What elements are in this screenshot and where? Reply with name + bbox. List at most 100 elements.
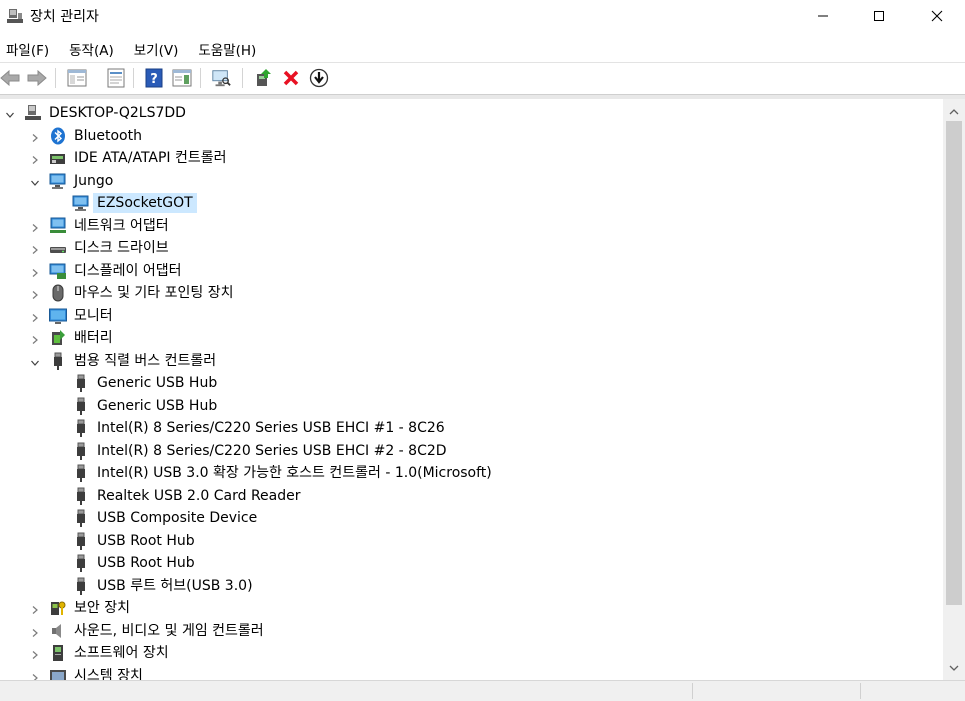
menu-action[interactable]: 동작(A) — [57, 36, 122, 60]
usb-icon — [77, 397, 85, 415]
tree-device-item[interactable]: USB Root Hub — [0, 552, 940, 574]
expand-toggle[interactable] — [30, 288, 40, 299]
uninstall-device-icon — [283, 70, 299, 86]
minimize-button[interactable] — [800, 0, 846, 32]
usb-icon — [72, 464, 90, 482]
tree-category-item[interactable]: 디스플레이 어댑터 — [0, 260, 940, 282]
menu-help[interactable]: 도움말(H) — [186, 36, 264, 60]
tree-category-item[interactable]: Bluetooth — [0, 125, 940, 147]
tree-category-item[interactable]: 범용 직렬 버스 컨트롤러 — [0, 350, 940, 372]
chevron-right-icon — [32, 246, 38, 254]
tree-category-item[interactable]: 시스템 장치 — [0, 665, 940, 680]
menu-file[interactable]: 파일(F) — [0, 36, 57, 60]
tree-category-item[interactable]: Jungo — [0, 170, 940, 192]
tree-device-item[interactable]: Intel(R) USB 3.0 확장 가능한 호스트 컨트롤러 - 1.0(M… — [0, 462, 940, 484]
monitor-icon — [49, 308, 67, 324]
software-device-icon — [49, 644, 67, 662]
forward-icon — [27, 70, 47, 86]
tree-device-item[interactable]: USB 루트 허브(USB 3.0) — [0, 575, 940, 597]
tree-device-item[interactable]: USB Composite Device — [0, 507, 940, 529]
menu-view[interactable]: 보기(V) — [122, 36, 187, 60]
bluetooth-icon — [51, 127, 65, 144]
back-button[interactable] — [0, 68, 20, 88]
help-button[interactable]: ? — [144, 68, 164, 88]
chevron-down-icon — [949, 665, 959, 671]
svg-text:?: ? — [150, 72, 158, 87]
tree-category-item[interactable]: 보안 장치 — [0, 597, 940, 619]
scroll-up-button[interactable] — [943, 103, 965, 120]
action-pane-icon — [172, 69, 192, 87]
collapse-toggle[interactable] — [30, 356, 40, 366]
tree-device-item[interactable]: Generic USB Hub — [0, 372, 940, 394]
expand-toggle[interactable] — [30, 671, 40, 680]
tree-item-label: USB 루트 허브(USB 3.0) — [97, 577, 253, 594]
usb-icon — [72, 577, 90, 595]
tree-device-item[interactable]: USB Root Hub — [0, 530, 940, 552]
tree-category-item[interactable]: 네트워크 어댑터 — [0, 215, 940, 237]
uninstall-device-button[interactable] — [281, 68, 301, 88]
expand-toggle[interactable] — [30, 153, 40, 164]
expand-toggle[interactable] — [30, 626, 40, 637]
toolbar-separator — [55, 68, 56, 88]
tree-category-item[interactable]: IDE ATA/ATAPI 컨트롤러 — [0, 147, 940, 169]
tree-device-item[interactable]: Realtek USB 2.0 Card Reader — [0, 485, 940, 507]
show-hide-console-tree-icon — [67, 69, 87, 87]
scroll-down-button[interactable] — [943, 659, 965, 676]
expand-toggle[interactable] — [30, 243, 40, 254]
collapse-toggle[interactable] — [5, 108, 15, 118]
tree-category-item[interactable]: 배터리 — [0, 327, 940, 349]
scan-hardware-button[interactable] — [211, 68, 231, 88]
title-bar: 장치 관리자 — [0, 0, 965, 32]
properties-button[interactable] — [106, 68, 126, 88]
update-driver-button[interactable] — [253, 68, 273, 88]
security-device-icon — [49, 599, 67, 617]
usb-icon — [54, 352, 62, 370]
usb-icon — [49, 352, 67, 370]
tree-category-item[interactable]: 소프트웨어 장치 — [0, 642, 940, 664]
expand-toggle[interactable] — [30, 221, 40, 232]
security-device-icon — [51, 601, 66, 615]
maximize-button[interactable] — [856, 0, 902, 32]
action-pane-button[interactable] — [172, 68, 192, 88]
expand-toggle[interactable] — [30, 603, 40, 614]
tree-item-label: 네트워크 어댑터 — [74, 217, 169, 234]
close-button[interactable] — [914, 0, 960, 32]
chevron-right-icon — [32, 133, 38, 142]
tree-category-item[interactable]: 사운드, 비디오 및 게임 컨트롤러 — [0, 620, 940, 642]
tree-device-item[interactable]: Intel(R) 8 Series/C220 Series USB EHCI #… — [0, 417, 940, 439]
status-bar — [0, 680, 965, 701]
vertical-scrollbar[interactable] — [943, 99, 965, 680]
collapse-toggle[interactable] — [30, 176, 40, 186]
expand-toggle[interactable] — [30, 311, 40, 322]
forward-button[interactable] — [27, 68, 47, 88]
tree-item-label: Realtek USB 2.0 Card Reader — [97, 487, 301, 504]
tree-device-item[interactable]: EZSocketGOT — [0, 192, 940, 214]
tree-root-node[interactable]: DESKTOP-Q2LS7DD — [0, 102, 940, 124]
tree-category-item[interactable]: 디스크 드라이브 — [0, 237, 940, 259]
toolbar-separator — [242, 68, 243, 88]
network-monitor-icon — [72, 195, 89, 211]
tree-item-label: Intel(R) USB 3.0 확장 가능한 호스트 컨트롤러 - 1.0(M… — [97, 465, 492, 481]
expand-toggle[interactable] — [30, 333, 40, 344]
tree-device-item[interactable]: Intel(R) 8 Series/C220 Series USB EHCI #… — [0, 440, 940, 462]
tree-item-label: 소프트웨어 장치 — [74, 645, 169, 661]
usb-icon — [72, 509, 90, 527]
expand-toggle[interactable] — [30, 648, 40, 659]
tree-category-item[interactable]: 마우스 및 기타 포인팅 장치 — [0, 282, 940, 304]
display-adapter-icon — [49, 262, 67, 280]
usb-icon — [77, 487, 85, 505]
tree-item-label-selected: EZSocketGOT — [93, 193, 197, 213]
network-adapter-icon — [50, 217, 66, 233]
device-tree[interactable]: DESKTOP-Q2LS7DD Bluetooth IDE ATA/ATAPI 컨트… — [0, 99, 943, 680]
expand-toggle[interactable] — [30, 266, 40, 277]
software-device-icon — [53, 645, 63, 661]
tree-device-item[interactable]: Generic USB Hub — [0, 395, 940, 417]
scrollbar-thumb[interactable] — [946, 121, 962, 605]
tree-item-label: Jungo — [74, 172, 114, 189]
tree-item-label: Intel(R) 8 Series/C220 Series USB EHCI #… — [97, 442, 447, 459]
tree-category-item[interactable]: 모니터 — [0, 305, 940, 327]
console-tree-button[interactable] — [67, 68, 87, 88]
disable-device-button[interactable] — [309, 68, 329, 88]
chevron-right-icon — [32, 313, 38, 322]
expand-toggle[interactable] — [30, 131, 40, 142]
